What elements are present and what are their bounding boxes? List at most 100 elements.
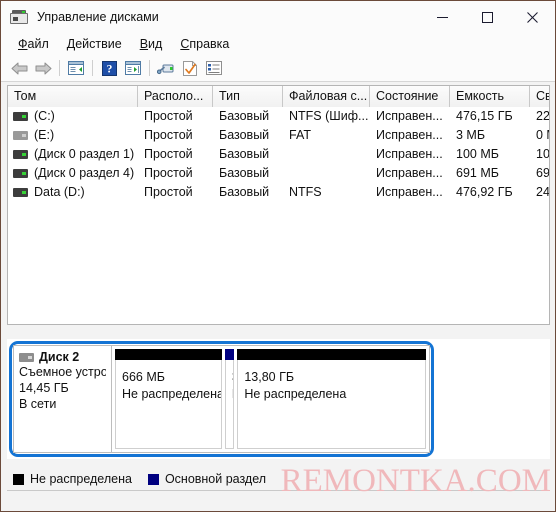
help-icon: ? [101, 60, 117, 76]
partition-strip: 666 МБ Не распределена 3 Н 13,80 ГБ Не р… [111, 345, 430, 453]
title-bar: Управление дисками [1, 1, 555, 33]
legend-swatch-unallocated [13, 473, 24, 485]
cell-volume: (Диск 0 раздел 1) [8, 145, 138, 164]
minimize-button[interactable] [420, 1, 465, 33]
menu-item-file-label: айл [27, 37, 49, 51]
partition-size: 3 [232, 369, 233, 386]
partition-size: 666 МБ [122, 370, 165, 384]
menu-item-help-label: правка [189, 37, 230, 51]
partition-unallocated-666mb[interactable]: 666 МБ Не распределена [115, 349, 222, 449]
rescan-disks-button[interactable] [154, 57, 178, 79]
cell-volume-label: Data (D:) [34, 185, 85, 199]
cell-type: Базовый [219, 128, 270, 142]
cell-status: Исправен... [376, 147, 443, 161]
cell-type: Базовый [219, 109, 270, 123]
column-header-filesystem[interactable]: Файловая с... [283, 86, 370, 107]
show-action-pane-icon [125, 61, 141, 75]
drive-icon [13, 150, 28, 159]
back-button[interactable] [7, 57, 31, 79]
cell-type: Базовый [219, 166, 270, 180]
column-header-free[interactable]: Св [530, 86, 549, 107]
drive-icon [13, 112, 28, 121]
cell-free: 24 [536, 185, 550, 199]
maximize-icon [482, 11, 493, 23]
disk-kind: Съемное устрой [19, 365, 106, 379]
table-row[interactable]: (Диск 0 раздел 1) Простой Базовый Исправ… [8, 145, 549, 164]
cell-filesystem: NTFS (Шиф... [289, 109, 369, 123]
cell-capacity: 476,15 ГБ [456, 109, 513, 123]
legend-item-primary: Основной раздел [147, 472, 267, 486]
window-title: Управление дисками [37, 10, 159, 24]
legend: Не распределена Основной раздел [7, 467, 550, 491]
cell-status: Исправен... [376, 109, 443, 123]
cell-capacity: 100 МБ [456, 147, 499, 161]
show-hide-console-tree-icon [68, 61, 84, 75]
partition-color-bar [237, 349, 426, 360]
partition-state: Н [232, 386, 233, 403]
disk-info-panel[interactable]: Диск 2 Съемное устрой 14,45 ГБ В сети [13, 345, 111, 453]
column-header-layout[interactable]: Располо... [138, 86, 213, 107]
legend-label-unallocated: Не распределена [30, 472, 132, 486]
column-header-capacity[interactable]: Емкость [450, 86, 530, 107]
minimize-icon [437, 16, 448, 18]
properties-button[interactable] [178, 57, 202, 79]
menu-item-help[interactable]: Справка [171, 35, 238, 53]
disk-icon [19, 352, 34, 362]
table-row[interactable]: Data (D:) Простой Базовый NTFS Исправен.… [8, 183, 549, 202]
table-row[interactable]: (Диск 0 раздел 4) Простой Базовый Исправ… [8, 164, 549, 183]
cell-status: Исправен... [376, 185, 443, 199]
disk-name: Диск 2 [39, 350, 80, 364]
menu-item-action-label: ействие [75, 37, 122, 51]
menu-item-file[interactable]: Файл [9, 35, 58, 53]
svg-text:?: ? [106, 63, 112, 75]
menu-item-action-accel: Д [66, 37, 76, 51]
partition-body: 13,80 ГБ Не распределена [237, 360, 426, 449]
volume-list-pane: Том Располо... Тип Файловая с... Состоян… [7, 85, 550, 325]
list-view-icon [206, 61, 222, 75]
partition-primary-small[interactable]: 3 Н [224, 349, 235, 449]
cell-status: Исправен... [376, 166, 443, 180]
legend-item-unallocated: Не распределена [13, 472, 132, 486]
help-button[interactable]: ? [97, 57, 121, 79]
drive-icon [13, 188, 28, 197]
cell-volume-label: (E:) [34, 128, 55, 142]
legend-swatch-primary [147, 473, 159, 485]
menu-item-help-accel: С [180, 37, 190, 51]
menu-item-file-accel: Ф [18, 37, 28, 51]
menu-item-view[interactable]: Вид [131, 35, 172, 53]
list-view-button[interactable] [202, 57, 226, 79]
disk-size: 14,45 ГБ [19, 381, 69, 395]
cell-status: Исправен... [376, 128, 443, 142]
disk-title: Диск 2 [19, 350, 106, 364]
window-controls [420, 1, 555, 33]
show-action-pane-button[interactable] [121, 57, 145, 79]
cell-layout: Простой [144, 185, 193, 199]
cell-free: 22 [536, 109, 550, 123]
column-header-volume[interactable]: Том [8, 86, 138, 107]
cell-layout: Простой [144, 166, 193, 180]
forward-button[interactable] [31, 57, 55, 79]
cell-volume: (C:) [8, 107, 138, 126]
disk-status: В сети [19, 397, 57, 411]
disk-row-disk2[interactable]: Диск 2 Съемное устрой 14,45 ГБ В сети 66… [13, 345, 430, 453]
show-hide-console-tree-button[interactable] [64, 57, 88, 79]
legend-label-primary: Основной раздел [164, 472, 267, 486]
partition-unallocated-13gb[interactable]: 13,80 ГБ Не распределена [237, 349, 426, 449]
column-header-status[interactable]: Состояние [370, 86, 450, 107]
column-header-type[interactable]: Тип [213, 86, 283, 107]
cell-volume: (E:) [8, 126, 138, 145]
close-icon [527, 11, 538, 23]
close-button[interactable] [510, 1, 555, 33]
menu-item-action[interactable]: Действие [58, 35, 131, 53]
partition-state: Не распределена [122, 387, 222, 401]
cell-capacity: 476,92 ГБ [456, 185, 513, 199]
drive-icon [13, 131, 28, 140]
cell-type: Базовый [219, 147, 270, 161]
cell-type: Базовый [219, 185, 270, 199]
cell-capacity: 3 МБ [456, 128, 486, 142]
table-row[interactable]: (C:) Простой Базовый NTFS (Шиф... Исправ… [8, 107, 549, 126]
pane-splitter[interactable] [7, 330, 550, 335]
table-row[interactable]: (E:) Простой Базовый FAT Исправен... 3 М… [8, 126, 549, 145]
maximize-button[interactable] [465, 1, 510, 33]
cell-filesystem: NTFS [289, 185, 322, 199]
